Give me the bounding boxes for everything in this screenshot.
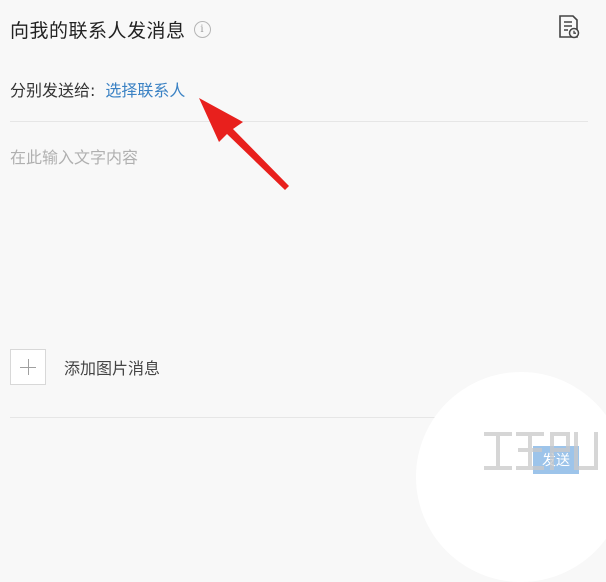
site-watermark-logo bbox=[484, 432, 598, 470]
page-title: 向我的联系人发消息 bbox=[10, 19, 186, 42]
info-icon[interactable]: i bbox=[193, 20, 211, 38]
recipient-label: 分别发送给: bbox=[10, 81, 96, 100]
header: 向我的联系人发消息 i bbox=[10, 14, 211, 44]
add-image-button[interactable] bbox=[10, 349, 46, 385]
recipient-row: 分别发送给: 选择联系人 bbox=[10, 76, 185, 102]
message-input[interactable] bbox=[10, 140, 580, 324]
add-image-row: 添加图片消息 bbox=[10, 348, 160, 386]
add-image-label: 添加图片消息 bbox=[64, 359, 161, 378]
message-history-icon[interactable] bbox=[558, 14, 580, 40]
select-contacts-link[interactable]: 选择联系人 bbox=[105, 77, 185, 101]
divider bbox=[10, 121, 588, 122]
